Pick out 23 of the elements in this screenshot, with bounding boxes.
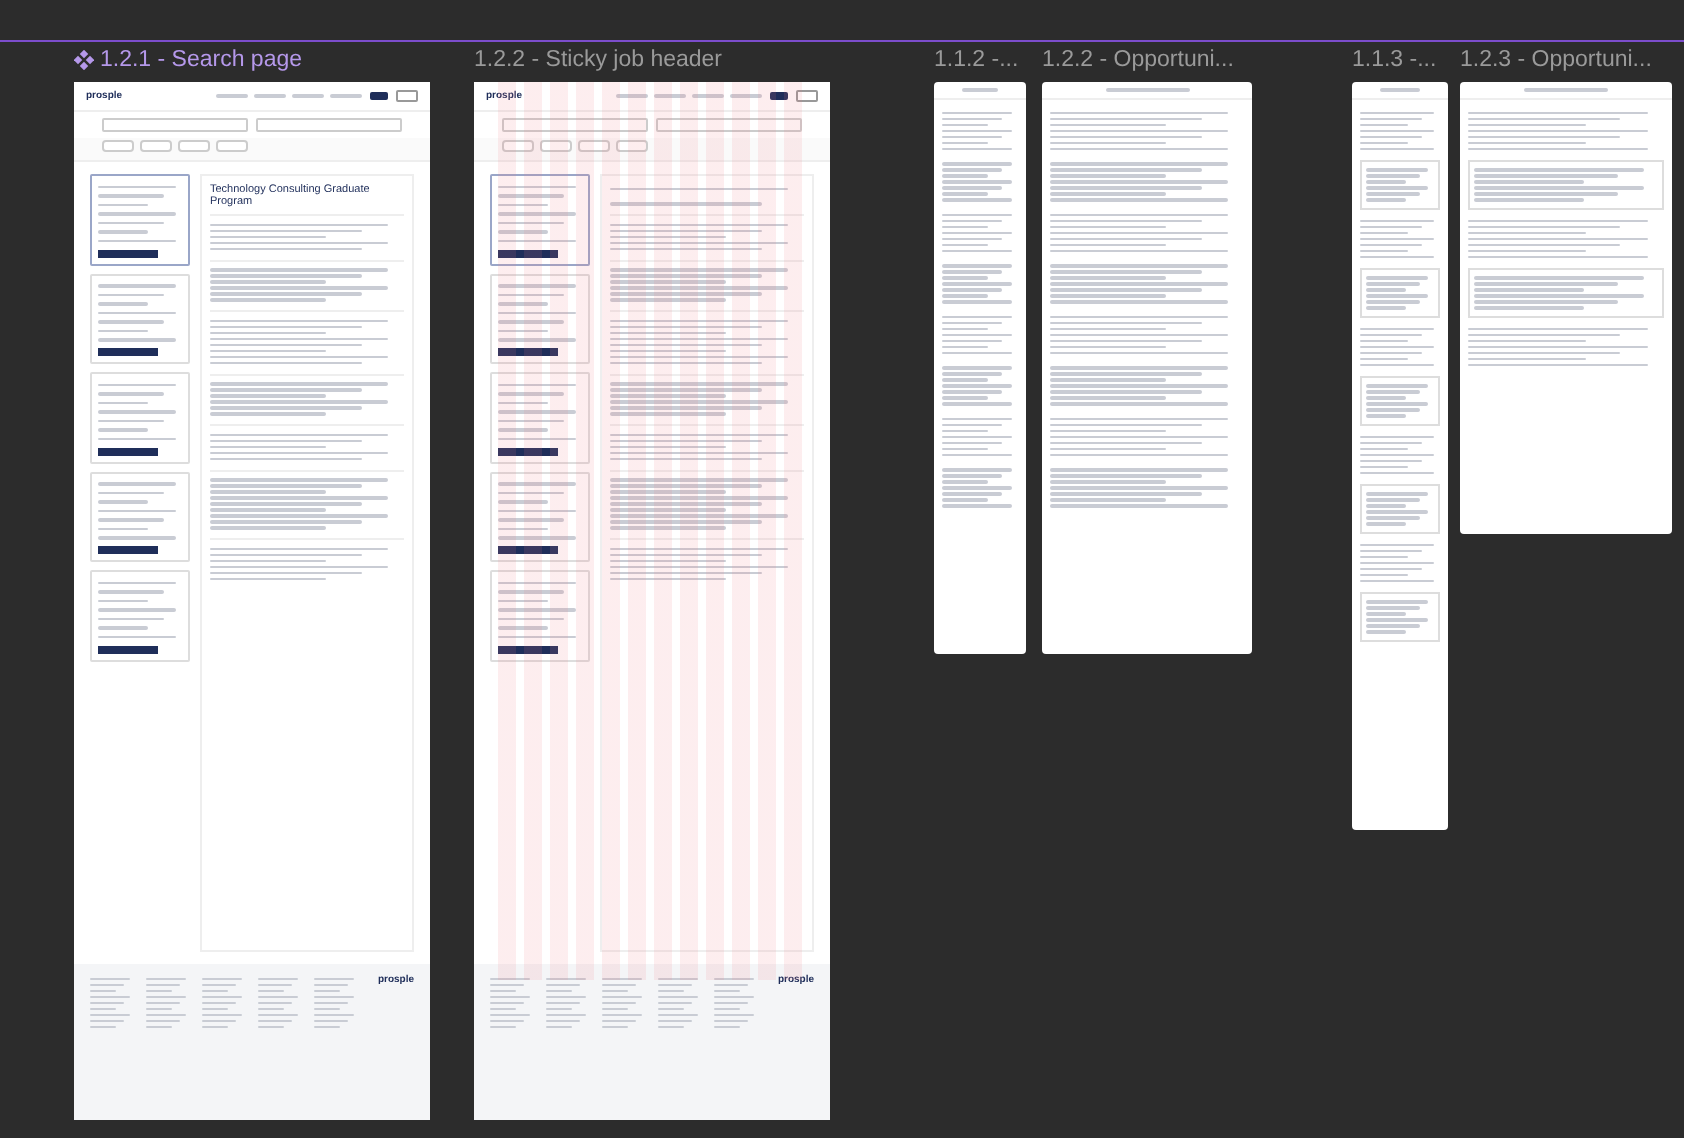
frame-title[interactable]: 1.2.1 - Search page (100, 48, 303, 72)
design-frame[interactable] (1042, 82, 1252, 654)
button-shape (396, 90, 418, 102)
component-icon (74, 50, 94, 70)
frame-title[interactable]: 1.1.3 -... (1352, 48, 1437, 72)
filter-chip-shape (578, 140, 610, 152)
frame-title[interactable]: 1.2.3 - Opportuni... (1460, 48, 1652, 72)
button-shape (370, 92, 388, 100)
frame-title[interactable]: 1.1.2 -... (934, 48, 1019, 72)
filter-chip-shape (616, 140, 648, 152)
design-frame[interactable] (1352, 82, 1448, 830)
filter-chip-shape (140, 140, 172, 152)
filter-chip-shape (102, 140, 134, 152)
button-shape (796, 90, 818, 102)
design-frame[interactable] (934, 82, 1026, 654)
filter-chip-shape (178, 140, 210, 152)
filter-chip-shape (502, 140, 534, 152)
filter-chip-shape (540, 140, 572, 152)
frame-title[interactable]: 1.2.2 - Opportuni... (1042, 48, 1234, 72)
design-frame[interactable] (1460, 82, 1672, 534)
button-shape (770, 92, 788, 100)
filter-chip-shape (216, 140, 248, 152)
frame-title[interactable]: 1.2.2 - Sticky job header (474, 48, 723, 72)
